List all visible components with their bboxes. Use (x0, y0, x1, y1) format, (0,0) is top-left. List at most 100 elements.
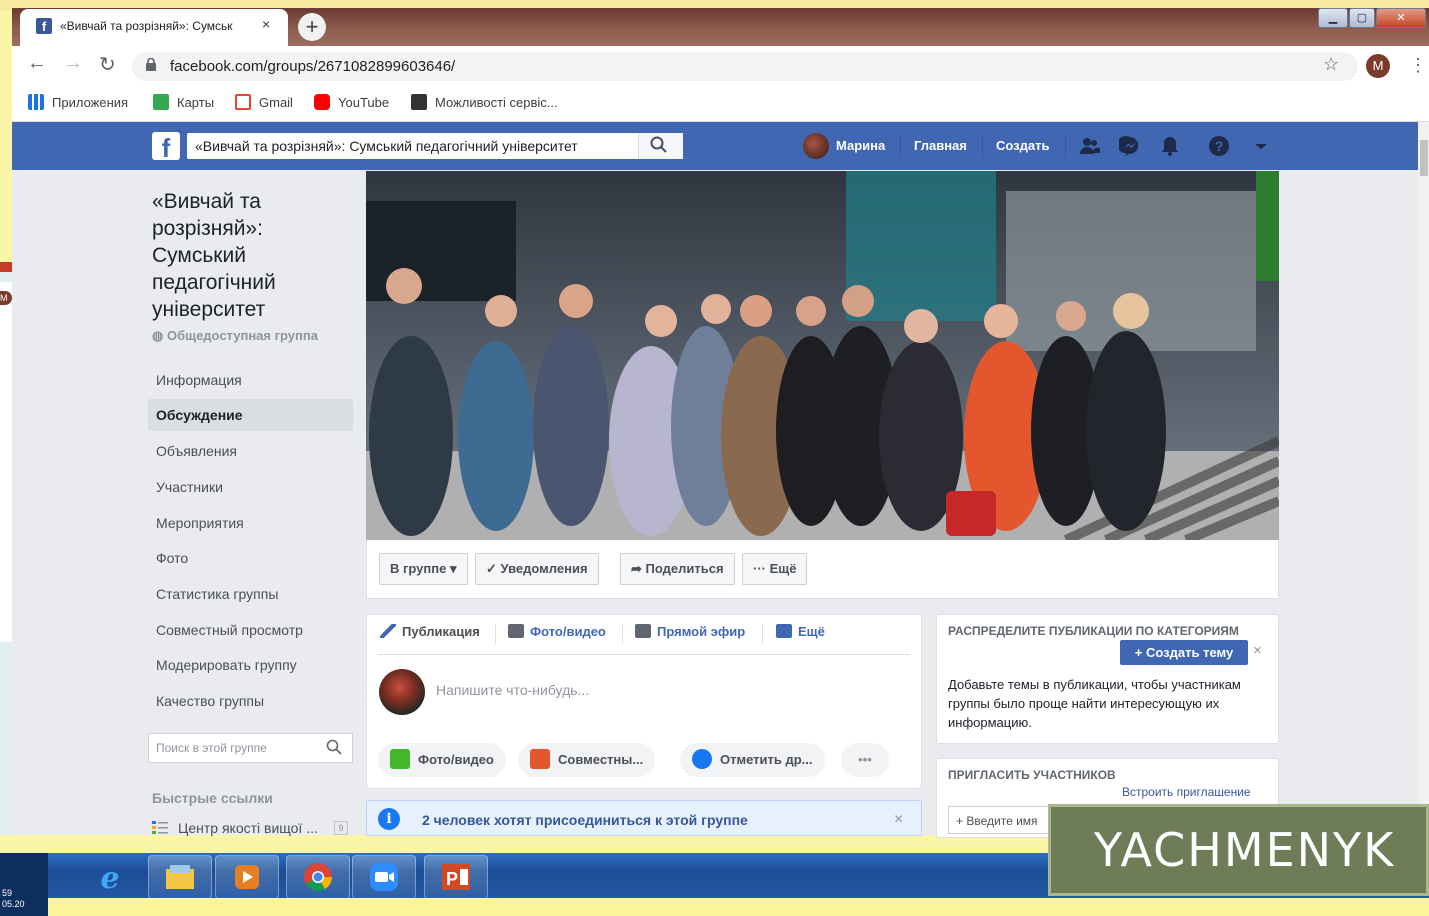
user-name-link[interactable]: Марина (836, 138, 885, 153)
topics-description: Добавьте темы в публикации, чтобы участн… (948, 677, 1241, 730)
friend-requests-icon[interactable] (1079, 135, 1101, 157)
new-tab-button[interactable]: + (298, 13, 326, 41)
user-avatar[interactable] (803, 133, 829, 159)
composer-more-pill[interactable]: ••• (841, 743, 889, 777)
composer-watch-pill[interactable]: Совместны... (518, 743, 656, 777)
search-icon (650, 136, 667, 153)
create-topic-button[interactable]: + Создать тему (1120, 640, 1248, 665)
reload-icon[interactable]: ↻ (99, 52, 116, 77)
clock-text: 59 05.20 (2, 888, 25, 909)
group-nav-watch-party[interactable]: Совместный просмотр (148, 614, 353, 646)
group-nav-photos[interactable]: Фото (148, 542, 353, 574)
window-controls: ▁ ▢ ✕ (1318, 8, 1428, 28)
powerpoint-icon: P (442, 864, 470, 890)
bookmark-star-icon[interactable]: ☆ (1323, 54, 1339, 75)
group-cover-photo[interactable] (366, 171, 1279, 540)
tag-friends-icon (692, 749, 712, 769)
popcorn-icon (530, 749, 550, 769)
group-nav-insights[interactable]: Статистика группы (148, 578, 353, 610)
more-button[interactable]: ··· Ещё (742, 553, 808, 585)
quick-links-heading: Быстрые ссылки (152, 790, 273, 806)
group-nav-discussion[interactable]: Обсуждение (148, 399, 353, 431)
quick-link-item[interactable]: Центр якості вищої ... (178, 820, 318, 836)
youtube-icon (314, 94, 330, 110)
cover-photo-image (366, 171, 1279, 540)
group-nav-info[interactable]: Информация (148, 364, 353, 396)
quick-link-count-badge: 9 (334, 821, 348, 835)
group-title[interactable]: «Вивчай та розрізняй»: Сумський педагогі… (152, 188, 352, 323)
video-camera-icon (635, 624, 651, 638)
composer-tab-post[interactable]: Публикация (380, 624, 480, 639)
search-icon[interactable] (326, 739, 342, 755)
group-type: ◍ Общедоступная группа (152, 328, 318, 343)
list-icon (152, 821, 168, 834)
group-nav-events[interactable]: Мероприятия (148, 507, 353, 539)
composer-photo-pill[interactable]: Фото/видео (378, 743, 506, 777)
tab-title: «Вивчай та розрізняй»: Сумськ (60, 19, 233, 33)
photo-icon (390, 749, 410, 769)
bookmark-apps[interactable]: Приложения (28, 94, 128, 110)
facebook-favicon-icon: f (36, 18, 52, 34)
facebook-logo-icon[interactable]: f (152, 132, 180, 163)
notifications-button[interactable]: ✓ Уведомления (475, 553, 599, 585)
invite-heading: ПРИГЛАСИТЬ УЧАСТНИКОВ (948, 768, 1116, 782)
svg-text:P: P (446, 869, 458, 889)
help-icon[interactable]: ? (1208, 135, 1230, 157)
minimize-button[interactable]: ▁ (1318, 8, 1348, 28)
group-nav-announcements[interactable]: Объявления (148, 435, 353, 467)
composer-input[interactable]: Напишите что-нибудь... (436, 682, 589, 698)
join-requests-text[interactable]: 2 человек хотят присоединиться к этой гр… (422, 812, 748, 828)
group-nav-quality[interactable]: Качество группы (148, 685, 353, 717)
slide-frame-bottom (0, 898, 1429, 916)
bookmark-services[interactable]: Можливості сервіс... (411, 94, 558, 110)
explorer-icon (166, 865, 194, 889)
bookmark-youtube[interactable]: YouTube (314, 94, 389, 110)
ie-icon[interactable]: e (94, 861, 126, 893)
tab-close-icon[interactable]: × (262, 16, 270, 32)
composer-tab-more[interactable]: Ещё (776, 624, 825, 639)
composer-tab-live[interactable]: Прямой эфир (635, 624, 745, 639)
svg-text:e: e (100, 861, 119, 893)
group-nav-members[interactable]: Участники (148, 471, 353, 503)
media-player-icon (235, 865, 259, 889)
browser-menu-icon[interactable]: ⋮ (1409, 55, 1427, 76)
messenger-icon[interactable] (1119, 135, 1141, 157)
svg-text:?: ? (1215, 138, 1224, 154)
zoom-icon (370, 863, 398, 891)
gmail-icon (235, 94, 251, 110)
account-menu-chevron-icon[interactable] (1250, 135, 1272, 157)
facebook-search-value: «Вивчай та розрізняй»: Сумський педагогі… (195, 138, 578, 154)
group-nav-moderate[interactable]: Модерировать группу (148, 649, 353, 681)
bookmark-maps[interactable]: Карты (153, 94, 214, 110)
maps-icon (153, 94, 169, 110)
create-link[interactable]: Создать (996, 138, 1049, 153)
bookmark-gmail[interactable]: Gmail (235, 94, 293, 110)
header-divider (900, 134, 901, 158)
home-link[interactable]: Главная (914, 138, 967, 153)
composer-tab-divider (762, 624, 763, 644)
page-scrollbar[interactable] (1418, 122, 1429, 835)
close-window-button[interactable]: ✕ (1376, 8, 1426, 28)
in-group-button[interactable]: В группе ▾ (379, 553, 468, 585)
composer-user-avatar (379, 669, 425, 715)
close-icon[interactable]: × (1253, 642, 1262, 659)
composer-divider (378, 654, 910, 655)
back-icon[interactable]: ← (27, 52, 47, 75)
share-button[interactable]: ➦ Поделиться (620, 553, 735, 585)
chrome-icon (304, 863, 332, 891)
url-text[interactable]: facebook.com/groups/2671082899603646/ (170, 58, 455, 75)
embed-invite-link[interactable]: Встроить приглашение (1122, 785, 1251, 799)
close-icon[interactable]: × (894, 811, 903, 829)
composer-tab-photo[interactable]: Фото/видео (508, 624, 606, 639)
page-scroll-thumb[interactable] (1420, 140, 1428, 176)
composer-tab-divider (495, 624, 496, 644)
notifications-bell-icon[interactable] (1159, 135, 1181, 157)
forward-icon[interactable]: → (63, 52, 83, 75)
watermark-text: YACHMENYK (1094, 823, 1396, 877)
composer-tag-pill[interactable]: Отметить др... (680, 743, 825, 777)
group-search-placeholder: Поиск в этой группе (156, 741, 267, 755)
profile-avatar[interactable]: M (1366, 54, 1390, 78)
services-icon (411, 94, 427, 110)
header-divider (1065, 134, 1066, 158)
maximize-button[interactable]: ▢ (1349, 8, 1375, 28)
